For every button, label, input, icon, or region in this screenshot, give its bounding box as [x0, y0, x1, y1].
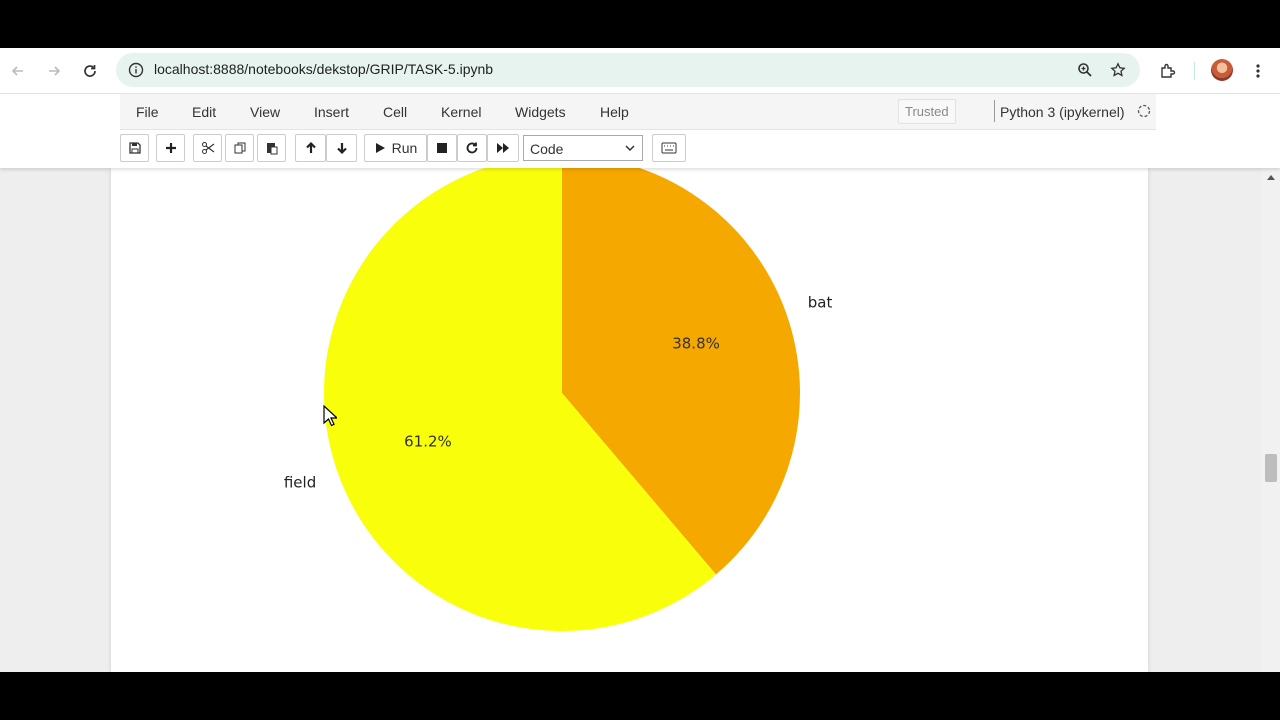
video-letterbox-bottom	[0, 672, 1280, 720]
arrow-right-icon	[49, 66, 61, 76]
menu-view[interactable]: View	[250, 104, 280, 120]
cell-type-value: Code	[530, 141, 564, 157]
trusted-badge[interactable]: Trusted	[898, 99, 956, 124]
run-button[interactable]: Run	[364, 134, 427, 162]
save-button[interactable]	[120, 134, 149, 162]
menu-help[interactable]: Help	[600, 104, 629, 120]
forward-button[interactable]	[42, 59, 66, 83]
menu-kernel[interactable]: Kernel	[441, 104, 481, 120]
arrow-left-icon	[11, 66, 23, 76]
restart-icon	[466, 142, 478, 154]
insert-cell-button[interactable]	[156, 134, 185, 162]
menu-edit[interactable]: Edit	[192, 104, 216, 120]
kernel-separator	[994, 100, 995, 122]
jupyter-toolbar: Run Code	[120, 134, 1156, 162]
plus-icon	[165, 143, 176, 153]
arrow-down-icon	[336, 143, 347, 155]
pie-label-field: field	[284, 474, 316, 492]
run-label: Run	[391, 140, 418, 156]
toolbar-separator	[1194, 62, 1195, 80]
command-palette-button[interactable]	[652, 134, 686, 162]
page-scrollbar[interactable]	[1262, 168, 1280, 672]
pie-label-bat: bat	[808, 293, 833, 311]
kernel-idle-icon	[1136, 103, 1152, 119]
video-letterbox-top	[0, 0, 1280, 48]
browser-toolbar: localhost:8888/notebooks/dekstop/GRIP/TA…	[0, 48, 1280, 94]
menu-cell[interactable]: Cell	[383, 104, 407, 120]
url-text[interactable]: localhost:8888/notebooks/dekstop/GRIP/TA…	[154, 61, 493, 77]
extensions-icon[interactable]	[1156, 59, 1180, 83]
mouse-pointer-icon	[323, 404, 339, 432]
cut-button[interactable]	[193, 134, 222, 162]
stop-icon	[437, 143, 447, 153]
chevron-down-icon	[625, 145, 635, 152]
copy-button[interactable]	[225, 134, 254, 162]
scroll-thumb[interactable]	[1265, 454, 1277, 482]
keyboard-icon	[661, 142, 677, 154]
copy-icon	[234, 142, 245, 154]
play-icon	[375, 143, 385, 153]
pie-pct-field: 61.2%	[404, 433, 452, 451]
profile-avatar[interactable]	[1211, 59, 1233, 81]
paste-icon	[266, 143, 277, 155]
fast-forward-icon	[497, 143, 509, 153]
bookmark-star-icon[interactable]	[1106, 58, 1130, 82]
site-info-icon[interactable]	[124, 58, 148, 82]
browser-menu-icon[interactable]	[1246, 59, 1270, 83]
kernel-name[interactable]: Python 3 (ipykernel)	[1000, 104, 1125, 120]
cell-type-select[interactable]: Code	[523, 135, 643, 161]
jupyter-menubar: File Edit View Insert Cell Kernel Widget…	[120, 94, 1156, 130]
scroll-up-arrow-icon[interactable]	[1262, 170, 1280, 184]
back-button[interactable]	[6, 59, 30, 83]
move-down-button[interactable]	[326, 134, 357, 162]
jupyter-header: File Edit View Insert Cell Kernel Widget…	[0, 94, 1280, 168]
menu-widgets[interactable]: Widgets	[515, 104, 566, 120]
reload-icon	[84, 65, 96, 77]
paste-button[interactable]	[257, 134, 286, 162]
address-bar[interactable]: localhost:8888/notebooks/dekstop/GRIP/TA…	[116, 53, 1140, 87]
notebook-page: bat 38.8% field 61.2%	[111, 168, 1148, 672]
reload-button[interactable]	[78, 59, 102, 83]
pie-chart: bat 38.8% field 61.2%	[284, 168, 833, 631]
restart-button[interactable]	[457, 134, 487, 162]
restart-run-all-button[interactable]	[487, 134, 519, 162]
menu-insert[interactable]: Insert	[314, 104, 349, 120]
menu-file[interactable]: File	[136, 104, 159, 120]
save-icon	[128, 142, 141, 154]
interrupt-button[interactable]	[427, 134, 457, 162]
scissors-icon	[201, 142, 214, 154]
zoom-icon[interactable]	[1073, 58, 1097, 82]
pie-pct-bat: 38.8%	[672, 334, 720, 352]
arrow-up-icon	[305, 141, 316, 153]
move-up-button[interactable]	[295, 134, 326, 162]
